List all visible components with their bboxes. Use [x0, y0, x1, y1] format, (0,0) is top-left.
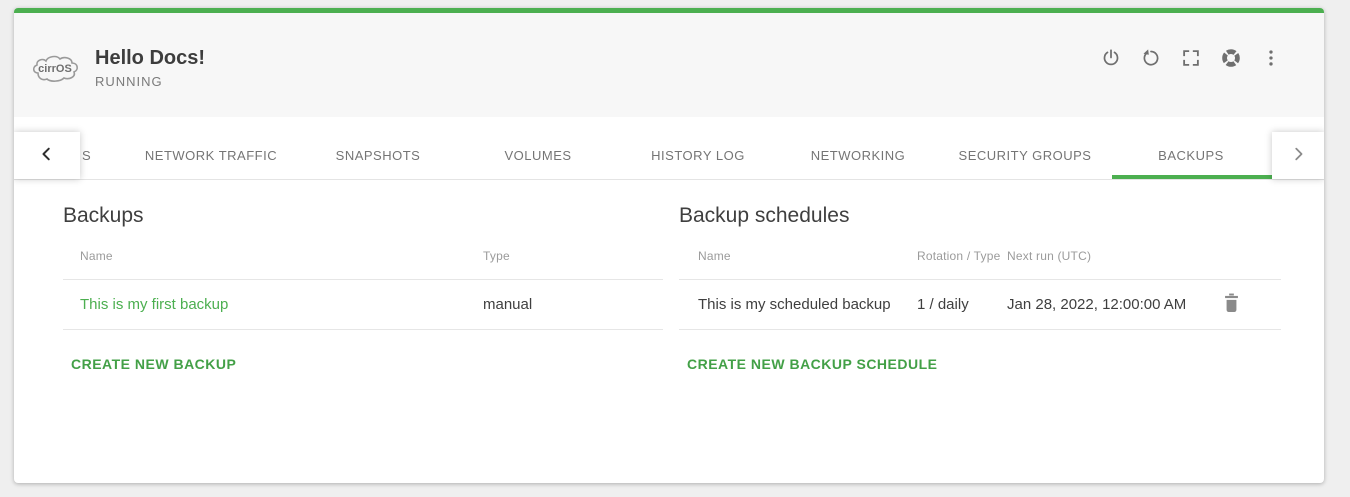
tab-snapshots[interactable]: SNAPSHOTS — [336, 148, 421, 163]
fullscreen-button[interactable] — [1179, 46, 1203, 70]
create-new-backup-button[interactable]: CREATE NEW BACKUP — [71, 356, 236, 372]
table-row: This is my first backup manual — [63, 280, 663, 330]
table-row: This is my scheduled backup 1 / daily Ja… — [679, 280, 1281, 330]
tabs-scroll-left-button[interactable] — [14, 132, 80, 179]
instance-title: Hello Docs! — [95, 46, 205, 70]
cirros-logo: cirrOS — [30, 52, 82, 84]
backup-name-link[interactable]: This is my first backup — [80, 296, 483, 313]
column-header-name: Name — [698, 249, 917, 279]
power-button[interactable] — [1099, 46, 1123, 70]
chevron-left-icon — [39, 146, 55, 165]
chevron-right-icon — [1290, 146, 1306, 165]
instance-tabbar: S NETWORK TRAFFIC SNAPSHOTS VOLUMES HIST… — [14, 117, 1324, 180]
tab-security-groups[interactable]: SECURITY GROUPS — [959, 148, 1092, 163]
schedules-table-header: Name Rotation / Type Next run (UTC) — [679, 249, 1281, 280]
schedule-next-run-value: Jan 28, 2022, 12:00:00 AM — [1007, 296, 1221, 313]
fullscreen-icon — [1180, 47, 1202, 69]
backups-tab-content: Backups Name Type This is my first backu… — [14, 180, 1324, 374]
active-tab-indicator — [1112, 175, 1272, 179]
tab-history-log[interactable]: HISTORY LOG — [651, 148, 745, 163]
instance-title-block: Hello Docs! RUNNING — [95, 46, 205, 89]
schedule-rotation-value: 1 / daily — [917, 296, 1007, 313]
tabs-scroll-right-button[interactable] — [1272, 132, 1324, 179]
backups-title: Backups — [63, 204, 663, 228]
column-header-rotation-type: Rotation / Type — [917, 249, 1007, 279]
tab-partial[interactable]: S — [82, 148, 91, 163]
more-options-button[interactable] — [1259, 46, 1283, 70]
restart-icon — [1140, 47, 1162, 69]
tab-backups[interactable]: BACKUPS — [1158, 148, 1224, 163]
backup-schedules-title: Backup schedules — [679, 204, 1281, 228]
lifebuoy-icon — [1220, 47, 1242, 69]
schedule-name-value: This is my scheduled backup — [698, 296, 917, 313]
delete-schedule-button[interactable] — [1221, 294, 1241, 316]
backup-type-value: manual — [483, 296, 663, 313]
instance-header: cirrOS Hello Docs! RUNNING — [14, 13, 1324, 117]
column-header-next-run: Next run (UTC) — [1007, 249, 1221, 279]
instance-actions — [1099, 46, 1283, 70]
instance-card: cirrOS Hello Docs! RUNNING — [14, 8, 1324, 483]
logo-text: cirrOS — [38, 63, 72, 75]
create-new-backup-schedule-button[interactable]: CREATE NEW BACKUP SCHEDULE — [687, 356, 938, 372]
restart-button[interactable] — [1139, 46, 1163, 70]
trash-icon — [1223, 293, 1240, 316]
backups-section: Backups Name Type This is my first backu… — [63, 180, 663, 374]
column-header-name: Name — [80, 249, 483, 279]
tab-networking[interactable]: NETWORKING — [811, 148, 906, 163]
tab-network-traffic[interactable]: NETWORK TRAFFIC — [145, 148, 277, 163]
column-header-type: Type — [483, 249, 663, 279]
kebab-menu-icon — [1260, 47, 1282, 69]
instance-status: RUNNING — [95, 74, 205, 89]
power-icon — [1100, 47, 1122, 69]
backup-schedules-section: Backup schedules Name Rotation / Type Ne… — [679, 180, 1281, 374]
backups-table-header: Name Type — [63, 249, 663, 280]
tab-volumes[interactable]: VOLUMES — [504, 148, 571, 163]
rescue-button[interactable] — [1219, 46, 1243, 70]
